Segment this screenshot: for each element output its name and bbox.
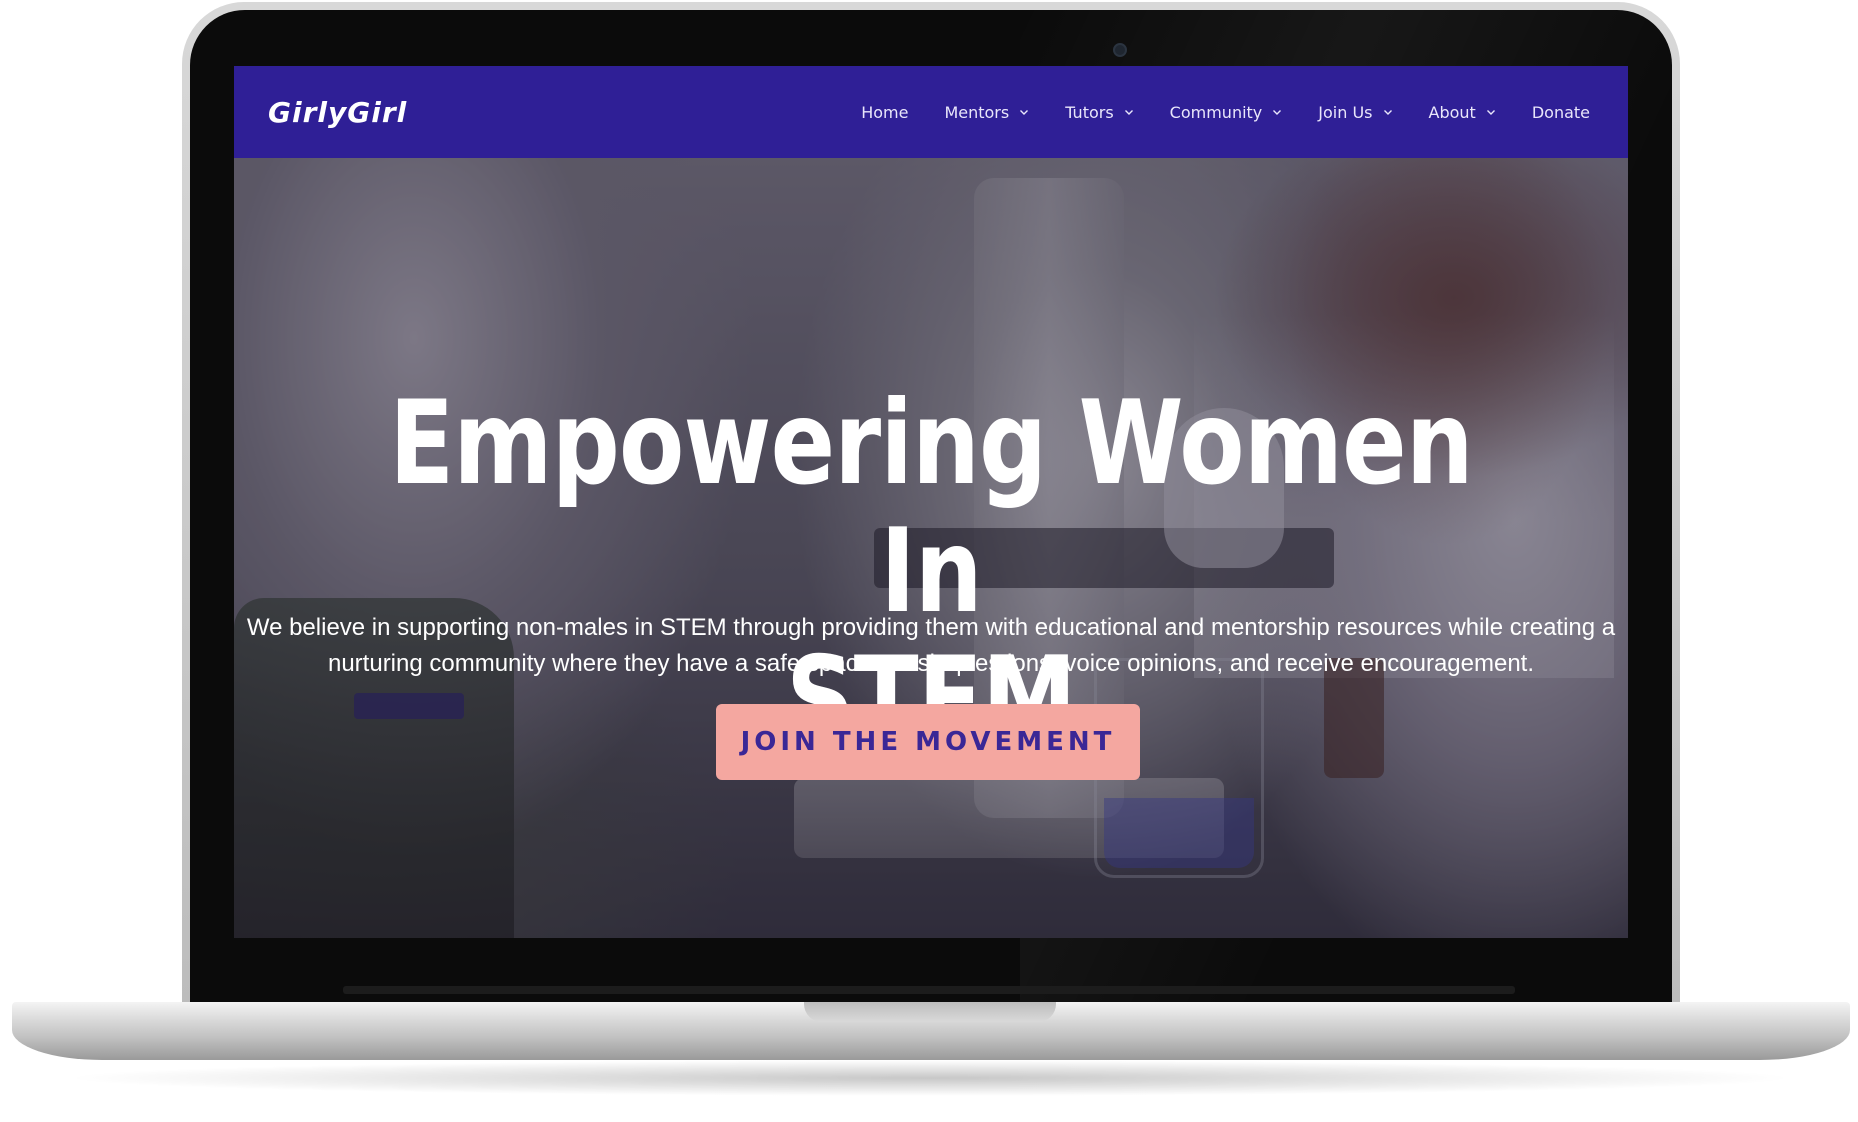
nav-item-tutors[interactable]: Tutors [1065,103,1133,122]
nav-item-label: Mentors [944,102,1010,122]
laptop-notch [804,1002,1056,1022]
nav-item-home[interactable]: Home [861,103,908,122]
nav-item-label: Join Us [1318,102,1373,122]
nav-item-community[interactable]: Community [1170,103,1283,122]
chevron-down-icon [1383,110,1392,115]
nav-item-label: About [1428,102,1476,122]
site-navbar: GirlyGirl Home Mentors Tutors Community … [234,66,1628,158]
nav-item-label: Community [1169,102,1263,122]
nav-item-about[interactable]: About [1429,103,1496,122]
hero-section: Empowering Women In STEM We believe in s… [234,158,1628,938]
chevron-down-icon [1020,110,1029,115]
chevron-down-icon [1124,110,1133,115]
nav-item-label: Tutors [1065,102,1114,122]
chevron-down-icon [1273,110,1282,115]
main-nav: Home Mentors Tutors Community Join Us Ab… [861,66,1590,158]
nav-item-mentors[interactable]: Mentors [944,103,1029,122]
nav-item-join-us[interactable]: Join Us [1318,103,1392,122]
hero-headline-line: Empowering Women In [389,376,1473,639]
nav-item-label: Home [861,102,909,122]
chevron-down-icon [1486,110,1495,115]
laptop-chin [343,986,1515,994]
hero-tagline-line: nurturing community where they have a sa… [327,650,1535,677]
hero-tagline: We believe in supporting non-males in ST… [242,610,1620,682]
nav-item-label: Donate [1531,102,1590,122]
site-logo[interactable]: GirlyGirl [268,96,407,129]
nav-item-donate[interactable]: Donate [1532,103,1590,122]
laptop-shadow [60,1060,1800,1096]
hero-tagline-line: We believe in supporting non-males in ST… [246,614,1616,641]
join-the-movement-button[interactable]: JOIN THE MOVEMENT [716,704,1140,780]
browser-viewport: GirlyGirl Home Mentors Tutors Community … [234,66,1628,938]
camera-icon [1113,43,1127,57]
